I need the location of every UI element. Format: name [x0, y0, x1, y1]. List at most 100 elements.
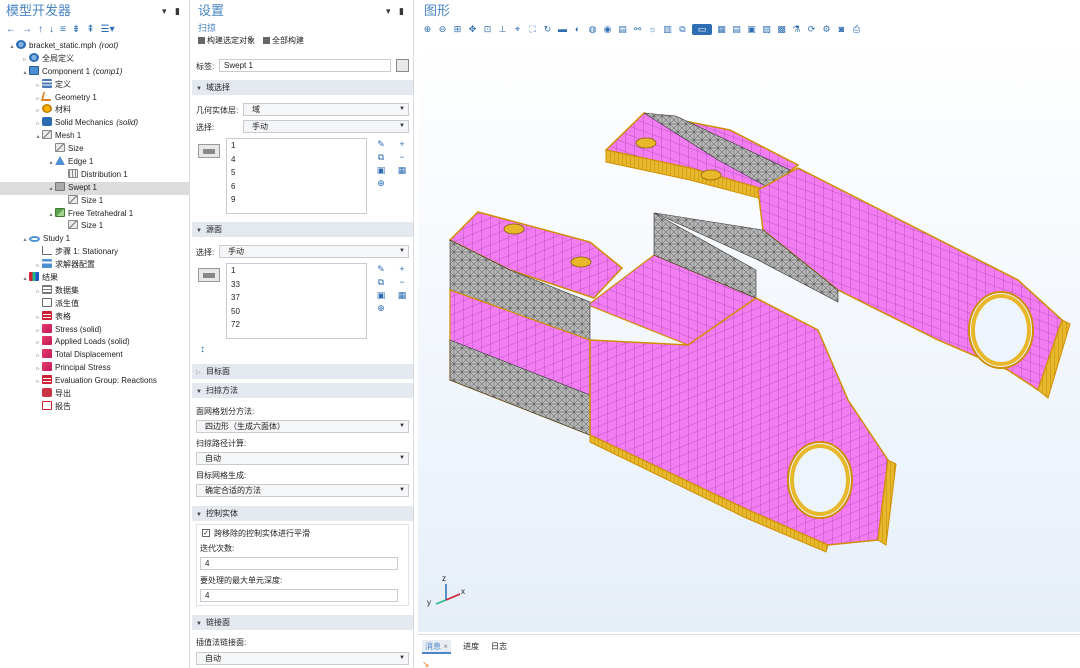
clipboard-icon[interactable]: ▣: [376, 165, 386, 176]
boundary-icon[interactable]: ▨: [761, 24, 772, 35]
print-icon[interactable]: ⎙: [851, 24, 862, 35]
list-item[interactable]: 1: [227, 264, 366, 278]
tree-node[interactable]: Size 1: [0, 220, 190, 233]
sort-arrows-icon[interactable]: ↕: [200, 344, 205, 355]
source-selection-select[interactable]: 手动 ▼: [219, 245, 409, 258]
tree-node[interactable]: ▹ 全局定义: [0, 52, 190, 66]
scene-light-icon[interactable]: ▬: [557, 24, 568, 35]
camera-icon[interactable]: ◙: [836, 24, 847, 35]
paint-icon[interactable]: ⚗: [791, 24, 802, 35]
depth-field[interactable]: 4: [200, 589, 398, 602]
domain-selection-list[interactable]: 14569: [226, 138, 367, 214]
tree-node[interactable]: Size: [0, 143, 190, 156]
tree-node[interactable]: ▹ 定义: [0, 78, 190, 92]
tree-node[interactable]: ▹ Stress (solid): [0, 323, 190, 337]
copy-icon[interactable]: ⧉: [376, 277, 386, 288]
add-icon[interactable]: +: [397, 139, 407, 150]
tree-node[interactable]: 派生值: [0, 297, 190, 311]
tree-node[interactable]: 报告: [0, 400, 190, 414]
tree-node[interactable]: ▴ Component 1 (comp1): [0, 65, 190, 79]
zoom-box-icon[interactable]: ⊞: [452, 24, 463, 35]
select-icon[interactable]: ⌖: [512, 24, 523, 35]
source-selection-list[interactable]: 1 33 37 50 72: [226, 263, 367, 339]
hide-icon[interactable]: ⚯: [632, 24, 643, 35]
build-all-button[interactable]: 全部构建: [263, 34, 304, 48]
face-meshing-select[interactable]: 四边形（生成六面体） ▼: [196, 420, 409, 433]
grid-icon[interactable]: ▦: [716, 24, 727, 35]
domain-icon[interactable]: ▣: [746, 24, 757, 35]
add-icon[interactable]: +: [397, 264, 407, 275]
close-icon[interactable]: ×: [443, 642, 448, 651]
zoom-out-icon[interactable]: ⊖: [437, 24, 448, 35]
axis-icon[interactable]: ⊥: [497, 24, 508, 35]
source-selection-mode-icon[interactable]: [198, 268, 220, 282]
zoom-selection-icon[interactable]: ⊕: [376, 303, 386, 314]
render-icon[interactable]: ◉: [602, 24, 613, 35]
zoom-extents-icon[interactable]: ✥: [467, 24, 478, 35]
tree-node[interactable]: ▹ Geometry 1: [0, 91, 190, 105]
down-arrow-icon[interactable]: ↓: [49, 24, 54, 35]
list-item[interactable]: 37: [227, 291, 366, 305]
paste-icon[interactable]: ✎: [376, 139, 386, 150]
section-control-entities[interactable]: ▼ 控制实体: [192, 506, 413, 521]
tree-node[interactable]: 导出: [0, 388, 190, 401]
edge-icon[interactable]: ▩: [776, 24, 787, 35]
list-item[interactable]: 50: [227, 305, 366, 319]
selection-mode-icon[interactable]: [198, 144, 220, 158]
lock-icon[interactable]: ▤: [617, 24, 628, 35]
light-icon[interactable]: ☼: [647, 24, 658, 35]
smooth-checkbox[interactable]: ✓: [202, 529, 210, 537]
paste-icon[interactable]: ✎: [376, 264, 386, 275]
tree-node[interactable]: ▹ Total Displacement: [0, 349, 190, 362]
tree-node[interactable]: ▹ 表格: [0, 310, 190, 324]
selection-mode-button[interactable]: ▭: [692, 23, 712, 35]
tree-node[interactable]: ▴ Mesh 1: [0, 130, 190, 143]
copy-icon[interactable]: ⧉: [677, 24, 688, 35]
dest-mesh-select[interactable]: 确定合适的方法 ▼: [196, 484, 409, 497]
tree-node[interactable]: Distribution 1: [0, 168, 190, 182]
tree-node[interactable]: ▹ Solid Mechanics (solid): [0, 117, 190, 130]
list-item[interactable]: 9: [227, 193, 366, 207]
filter-icon[interactable]: ≡: [60, 24, 66, 35]
tree-node[interactable]: ▴ Free Tetrahedral 1: [0, 207, 190, 221]
tab-messages[interactable]: 消息 ×: [422, 640, 451, 654]
transparency-icon[interactable]: ◐: [572, 24, 583, 35]
tree-node[interactable]: ▴ Edge 1: [0, 156, 190, 169]
zoom-selection-icon[interactable]: ⊕: [376, 178, 386, 189]
list-item[interactable]: 72: [227, 318, 366, 332]
fit-icon[interactable]: ⊡: [482, 24, 493, 35]
section-sweep-method[interactable]: ▼ 扫掠方法: [192, 383, 413, 398]
tree-node[interactable]: ▹ 数据集: [0, 284, 190, 298]
tab-progress[interactable]: 进度: [460, 640, 482, 654]
tree-node[interactable]: ▴ Study 1: [0, 233, 190, 246]
tree-node[interactable]: 步骤 1: Stationary: [0, 246, 190, 259]
label-reset-button[interactable]: [396, 59, 409, 72]
iterations-field[interactable]: 4: [200, 557, 398, 570]
list-item[interactable]: 4: [227, 153, 366, 167]
tree-node[interactable]: ▹ Principal Stress: [0, 362, 190, 375]
tree-node[interactable]: ▹ Evaluation Group: Reactions: [0, 375, 190, 388]
remove-icon[interactable]: −: [397, 152, 407, 163]
section-domain-selection[interactable]: ▼ 域选择: [192, 80, 413, 95]
layers-icon[interactable]: ▥: [662, 24, 673, 35]
tree-node[interactable]: ▹ 材料: [0, 104, 190, 117]
interp-select[interactable]: 自动 ▼: [196, 652, 409, 665]
copy-icon[interactable]: ⧉: [376, 152, 386, 163]
table-icon[interactable]: ▤: [731, 24, 742, 35]
back-arrow-icon[interactable]: ←: [6, 24, 16, 35]
list-item[interactable]: 1: [227, 139, 366, 153]
forward-arrow-icon[interactable]: →: [22, 24, 32, 35]
list-item[interactable]: 5: [227, 166, 366, 180]
geom-level-select[interactable]: 域 ▼: [243, 103, 409, 116]
rotate-icon[interactable]: ⟳: [806, 24, 817, 35]
tree-node[interactable]: ▹ Applied Loads (solid): [0, 336, 190, 349]
pin-icon[interactable]: ▾ ▮: [162, 0, 183, 22]
wireframe-icon[interactable]: ◍: [587, 24, 598, 35]
zoom-in-icon[interactable]: ⊕: [422, 24, 433, 35]
expand-icon[interactable]: ⇟: [72, 24, 80, 35]
tree-node[interactable]: ▴ Swept 1: [0, 181, 190, 195]
pin-icon[interactable]: ▾ ▮: [386, 0, 407, 22]
remove-icon[interactable]: −: [397, 277, 407, 288]
list-item[interactable]: 33: [227, 278, 366, 292]
tree-node[interactable]: ▴ bracket_static.mph (root): [0, 40, 190, 53]
